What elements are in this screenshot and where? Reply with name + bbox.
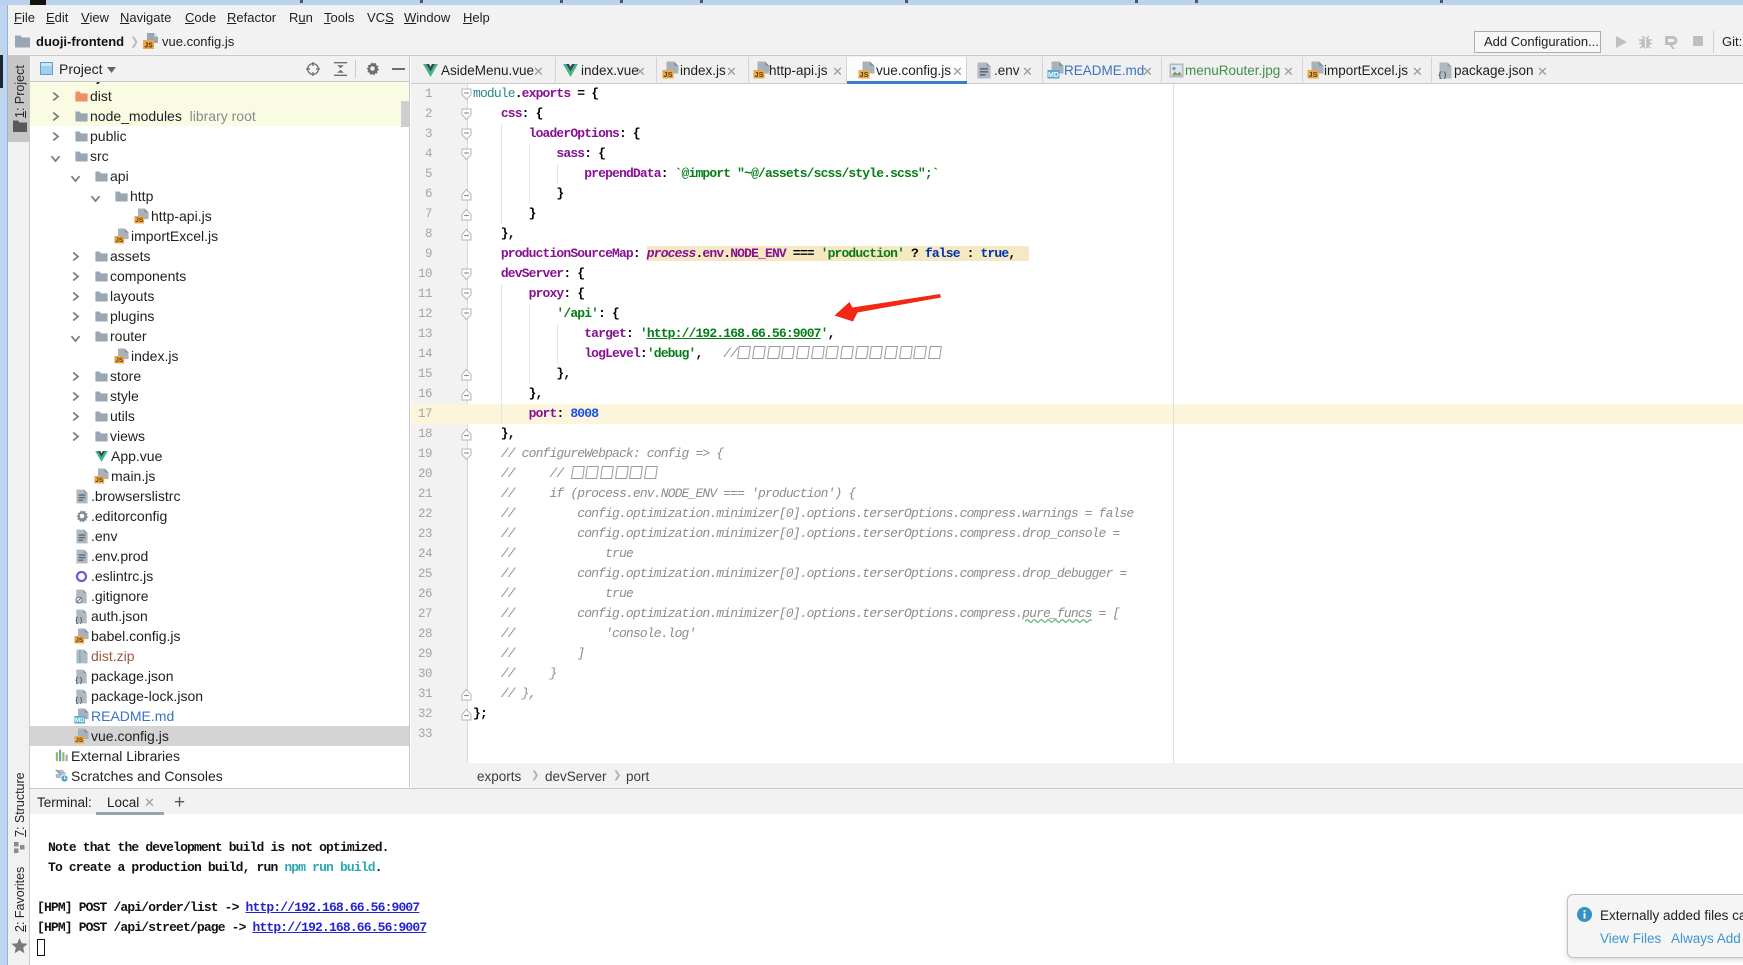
svg-text:JS: JS <box>144 43 153 50</box>
